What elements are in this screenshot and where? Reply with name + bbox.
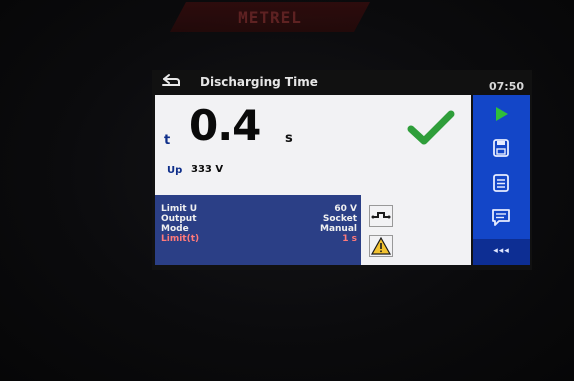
param-label: Mode [161,224,189,234]
param-label: Output [161,214,197,224]
up-label: Up [167,165,183,176]
param-value: Manual [319,224,357,234]
brand-logo: METREL [170,2,370,32]
comment-icon[interactable] [473,202,530,232]
title-bar: Discharging Time 07:50 [152,70,532,94]
collapse-button[interactable]: ◂◂◂ [473,239,530,265]
result-symbol: t [164,133,171,148]
param-row: Mode Manual [161,224,357,234]
list-icon[interactable] [473,168,530,198]
result-panel: t 0.4 s Up 333 V Limit U 60 V Output Soc… [155,95,471,265]
check-icon [407,109,455,147]
back-icon[interactable] [160,73,182,89]
warning-icon [369,235,393,257]
instrument-screen: Discharging Time 07:50 t 0.4 s Up 333 V … [152,70,532,270]
play-icon[interactable] [473,99,530,129]
page-title: Discharging Time [200,75,318,89]
result-unit: s [285,131,293,146]
parameters-panel[interactable]: Limit U 60 V Output Socket Mode Manual L… [155,195,361,265]
param-value: Socket [322,214,357,224]
clock: 07:50 [488,80,524,93]
side-toolbar: ◂◂◂ [473,95,530,265]
param-row: Limit(t) 1 s [161,234,357,244]
up-value: 333 V [191,164,224,175]
save-icon[interactable] [473,133,530,163]
socket-icon [369,205,393,227]
param-row: Limit U 60 V [161,204,357,214]
param-row: Output Socket [161,214,357,224]
collapse-icon: ◂◂◂ [493,246,510,256]
param-label: Limit(t) [161,234,200,244]
result-value: 0.4 [189,101,261,150]
param-label: Limit U [161,204,198,214]
param-value: 1 s [342,234,357,244]
brand-text: METREL [238,8,302,27]
param-value: 60 V [334,204,357,214]
